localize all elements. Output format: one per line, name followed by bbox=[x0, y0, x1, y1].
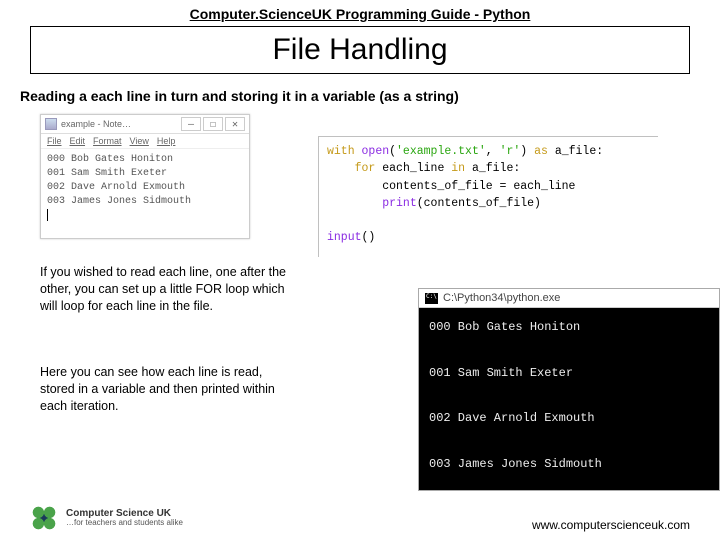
content-area: example - Note… — ☐ ✕ File Edit Format V… bbox=[0, 114, 720, 474]
notepad-window: example - Note… — ☐ ✕ File Edit Format V… bbox=[40, 114, 250, 239]
menu-format[interactable]: Format bbox=[93, 136, 122, 146]
text-cursor bbox=[47, 209, 48, 221]
menu-view[interactable]: View bbox=[130, 136, 149, 146]
notepad-icon bbox=[45, 118, 57, 130]
console-output: 000 Bob Gates Honiton 001 Sam Smith Exet… bbox=[419, 308, 719, 490]
console-icon bbox=[425, 293, 438, 304]
notepad-body: 000 Bob Gates Honiton 001 Sam Smith Exet… bbox=[41, 149, 249, 238]
doc-supertitle: Computer.ScienceUK Programming Guide - P… bbox=[0, 0, 720, 24]
paragraph-1: If you wished to read each line, one aft… bbox=[40, 264, 300, 315]
notepad-title: example - Note… bbox=[61, 119, 131, 129]
close-button[interactable]: ✕ bbox=[225, 117, 245, 131]
section-heading: Reading a each line in turn and storing … bbox=[0, 84, 720, 114]
menu-help[interactable]: Help bbox=[157, 136, 176, 146]
notepad-menu: File Edit Format View Help bbox=[41, 134, 249, 149]
menu-file[interactable]: File bbox=[47, 136, 62, 146]
console-titlebar: C:\Python34\python.exe bbox=[419, 289, 719, 308]
console-window: C:\Python34\python.exe 000 Bob Gates Hon… bbox=[418, 288, 720, 491]
doc-title: File Handling bbox=[30, 26, 690, 74]
brand-logo: Computer Science UK …for teachers and st… bbox=[30, 504, 183, 532]
paragraph-2: Here you can see how each line is read, … bbox=[40, 364, 300, 415]
footer: Computer Science UK …for teachers and st… bbox=[0, 504, 720, 532]
brand-tagline: …for teachers and students alike bbox=[66, 519, 183, 528]
logo-icon bbox=[30, 504, 58, 532]
minimize-button[interactable]: — bbox=[181, 117, 201, 131]
console-title-text: C:\Python34\python.exe bbox=[443, 292, 560, 304]
code-editor: with open('example.txt', 'r') as a_file:… bbox=[318, 136, 658, 257]
maximize-button[interactable]: ☐ bbox=[203, 117, 223, 131]
menu-edit[interactable]: Edit bbox=[70, 136, 86, 146]
footer-url: www.computerscienceuk.com bbox=[532, 518, 690, 532]
notepad-titlebar: example - Note… — ☐ ✕ bbox=[41, 115, 249, 134]
